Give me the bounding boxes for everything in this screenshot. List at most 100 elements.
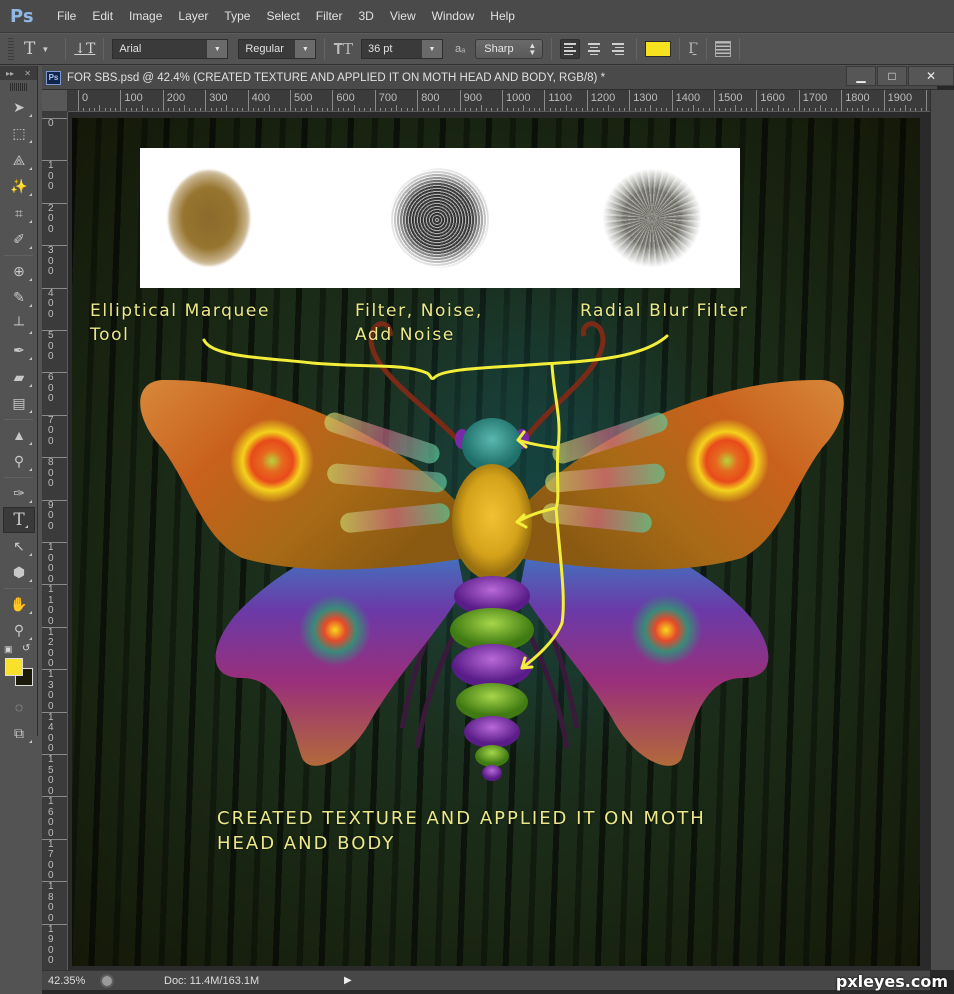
- caption-text-layer: CREATED TEXTURE AND APPLIED IT ON MOTH H…: [217, 808, 706, 854]
- divider: [551, 38, 553, 60]
- toolbox-grip[interactable]: [10, 83, 27, 91]
- ruler-minor-tick: [210, 108, 212, 111]
- lasso-tool-button[interactable]: ⟁: [0, 147, 38, 174]
- align-left-button[interactable]: [560, 39, 581, 59]
- ruler-minor-tick: [846, 108, 848, 111]
- menu-filter[interactable]: Filter: [309, 9, 352, 23]
- zoom-level-field[interactable]: 42.35%: [42, 975, 94, 987]
- ruler-minor-tick: [777, 105, 779, 111]
- shape-tool-button[interactable]: ⬢: [0, 560, 38, 587]
- ruler-minor-tick: [899, 108, 901, 111]
- clone-stamp-tool-button[interactable]: ┴: [0, 311, 38, 338]
- screen-mode-button[interactable]: ⧉: [0, 721, 38, 748]
- ruler-minor-tick: [729, 108, 731, 111]
- antialias-select[interactable]: Sharp ▲ ▼: [475, 39, 544, 59]
- ruler-minor-tick: [570, 108, 572, 111]
- default-colors-icon[interactable]: ▣: [4, 644, 13, 655]
- healing-brush-tool-button[interactable]: ⊕: [0, 258, 38, 285]
- ruler-minor-tick: [687, 108, 689, 111]
- font-size-dropdown[interactable]: 36 pt ▼: [361, 39, 444, 59]
- eraser-tool-button[interactable]: ▰: [0, 364, 38, 391]
- character-panel-icon[interactable]: [714, 41, 731, 57]
- document-tab[interactable]: Ps FOR SBS.psd @ 42.4% (CREATED TEXTURE …: [42, 66, 937, 90]
- status-menu-arrow-icon[interactable]: ▶: [344, 975, 352, 986]
- ruler-minor-tick: [751, 108, 753, 111]
- vertical-scrollbar[interactable]: [930, 90, 954, 970]
- magic-wand-tool-button[interactable]: ✨: [0, 174, 38, 201]
- options-bar: T ▼ ↓T Arial ▼ Regular ▼ 𝐓T 36 pt ▼ aₐ S…: [0, 33, 954, 65]
- clone-stamp-tool-icon: ┴: [14, 316, 24, 333]
- ruler-minor-tick: [136, 108, 138, 111]
- menu-edit[interactable]: Edit: [85, 9, 122, 23]
- maximize-button[interactable]: □: [877, 66, 907, 86]
- ruler-minor-tick: [221, 108, 223, 111]
- ruler-minor-tick: [380, 108, 382, 111]
- foreground-color-swatch[interactable]: [5, 658, 23, 676]
- antialias-icon: aₐ: [455, 43, 466, 55]
- ruler-minor-tick: [830, 108, 832, 111]
- history-brush-tool-button[interactable]: ✒: [0, 338, 38, 365]
- menu-3d[interactable]: 3D: [351, 9, 382, 23]
- vertical-ruler[interactable]: 0100200300400500600700800900100011001200…: [42, 112, 68, 970]
- crop-tool-button[interactable]: ⌗: [0, 200, 38, 227]
- ruler-tick-label: 1400: [42, 711, 67, 755]
- menu-select[interactable]: Select: [259, 9, 308, 23]
- rectangular-marquee-tool-button[interactable]: ⬚: [0, 121, 38, 148]
- document-window: Ps FOR SBS.psd @ 42.4% (CREATED TEXTURE …: [42, 66, 954, 994]
- abdomen-segment: [464, 716, 520, 748]
- minimize-button[interactable]: ▁: [846, 66, 876, 86]
- move-tool-button[interactable]: ➤: [0, 94, 38, 121]
- label-elliptical-marquee: Elliptical Marquee Tool: [90, 301, 271, 345]
- type-tool-preset-icon[interactable]: T: [24, 39, 35, 59]
- blur-tool-button[interactable]: ▲: [0, 422, 38, 449]
- swap-colors-icon[interactable]: ↺: [22, 643, 30, 654]
- ruler-minor-tick: [517, 108, 519, 111]
- dodge-tool-button[interactable]: ⚲: [0, 449, 38, 476]
- menu-help[interactable]: Help: [483, 9, 524, 23]
- font-family-dropdown[interactable]: Arial ▼: [112, 39, 229, 59]
- menu-bar: Ps File Edit Image Layer Type Select Fil…: [0, 0, 954, 33]
- ruler-digit: 0: [48, 223, 54, 235]
- warp-text-icon[interactable]: Γ̱: [688, 41, 698, 57]
- ruler-tick-label: 800: [42, 457, 67, 490]
- align-center-button[interactable]: [584, 39, 604, 59]
- expand-panel-icon[interactable]: ▸▸: [6, 69, 14, 78]
- eyedropper-tool-button[interactable]: ✐: [0, 227, 38, 254]
- ruler-minor-tick: [804, 108, 806, 111]
- horizontal-ruler[interactable]: 0 100 200 300 400 500 600 700 800 900 1000 1100 1200…: [68, 90, 930, 112]
- text-color-swatch[interactable]: [645, 41, 672, 57]
- brush-tool-button[interactable]: ✎: [0, 285, 38, 312]
- divider: [738, 38, 740, 60]
- options-bar-grip[interactable]: [8, 38, 14, 60]
- artboard[interactable]: Elliptical Marquee Tool Filter, Noise, A…: [72, 118, 920, 966]
- quick-mask-button[interactable]: ◌: [0, 694, 38, 721]
- type-tool-button[interactable]: T: [3, 506, 35, 533]
- ruler-minor-tick: [83, 108, 85, 111]
- gradient-tool-button[interactable]: ▤: [0, 391, 38, 418]
- menu-window[interactable]: Window: [425, 9, 484, 23]
- abdomen-segment: [475, 745, 509, 767]
- path-selection-tool-button[interactable]: ↖: [0, 533, 38, 560]
- ruler-minor-tick: [385, 108, 387, 111]
- tool-preset-dropdown-icon[interactable]: ▼: [41, 45, 49, 54]
- ruler-minor-tick: [692, 105, 694, 111]
- toggle-text-orientation-icon[interactable]: ↓T: [74, 41, 95, 57]
- status-info-icon[interactable]: [100, 973, 114, 988]
- ruler-minor-tick: [661, 108, 662, 111]
- close-button[interactable]: ✕: [908, 66, 954, 86]
- menu-image[interactable]: Image: [122, 9, 171, 23]
- pen-tool-button[interactable]: ✑: [0, 480, 38, 507]
- menu-file[interactable]: File: [50, 9, 85, 23]
- menu-view[interactable]: View: [383, 9, 425, 23]
- hand-tool-button[interactable]: ✋: [0, 591, 38, 618]
- ruler-minor-tick: [512, 108, 514, 111]
- zoom-tool-button[interactable]: ⚲: [0, 618, 38, 645]
- align-right-button[interactable]: [608, 39, 628, 59]
- canvas-area[interactable]: Elliptical Marquee Tool Filter, Noise, A…: [68, 112, 930, 970]
- close-panel-icon[interactable]: ✕: [24, 69, 31, 78]
- font-style-dropdown[interactable]: Regular ▼: [238, 39, 317, 59]
- menu-layer[interactable]: Layer: [171, 9, 217, 23]
- menu-type[interactable]: Type: [217, 9, 259, 23]
- ruler-origin[interactable]: [42, 90, 68, 112]
- ruler-minor-tick: [141, 105, 143, 111]
